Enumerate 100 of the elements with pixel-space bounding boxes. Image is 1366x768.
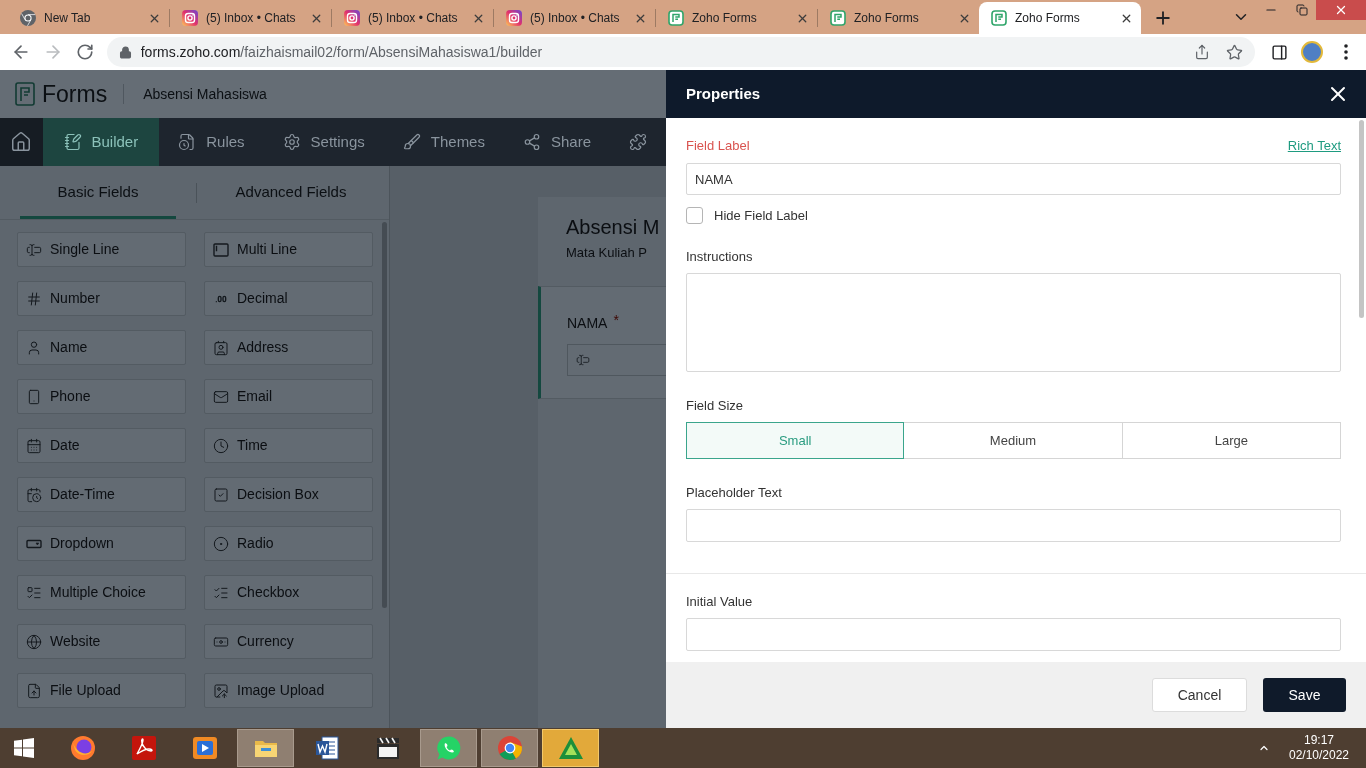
- menu-icon: [1344, 44, 1348, 60]
- url-text: forms.zoho.com/faizhaismail02/form/AbsensiMahasiswa1/builder: [140, 42, 543, 62]
- section-label: Field Size: [686, 398, 745, 414]
- browser-logo-icon: [20, 10, 36, 26]
- field-type-item[interactable]: Single Line: [17, 232, 186, 267]
- field-type-item[interactable]: Currency: [204, 624, 373, 659]
- reload-icon: [75, 43, 94, 61]
- nav-tab[interactable]: Rules: [159, 118, 264, 166]
- browser-tab[interactable]: (5) Inbox • Chats: [494, 2, 655, 34]
- field-type-item[interactable]: Multiple Choice: [17, 575, 186, 610]
- envelope-icon: [213, 388, 229, 405]
- field-label-input[interactable]: NAMA: [686, 163, 1341, 195]
- contact-book-icon: [213, 339, 229, 356]
- field-type-item[interactable]: Dropdown: [17, 526, 186, 561]
- required-mark: *: [613, 312, 619, 327]
- field-type-item[interactable]: File Upload: [17, 673, 186, 708]
- field-type-item[interactable]: Multi Line: [204, 232, 373, 267]
- nav-tab[interactable]: Themes: [383, 118, 504, 166]
- calendar-clock-icon: [26, 486, 42, 503]
- avatar[interactable]: [1301, 41, 1324, 63]
- field-type-item[interactable]: Image Upload: [204, 673, 373, 708]
- field-type-item[interactable]: Phone: [17, 379, 186, 414]
- size-option[interactable]: Medium: [903, 422, 1123, 459]
- nav-tab[interactable]: Share: [503, 118, 610, 166]
- form-logo-icon: [668, 10, 684, 26]
- brush-icon: [402, 133, 421, 151]
- text-document-icon: [313, 735, 340, 761]
- browser-tab[interactable]: Zoho Forms: [979, 2, 1141, 34]
- field-type-item[interactable]: Date-Time: [17, 477, 186, 512]
- field-type-item[interactable]: Name: [17, 330, 186, 365]
- address-bar[interactable]: forms.zoho.com/faizhaismail02/form/AbsensiMahasiswa1/builder: [106, 37, 1256, 67]
- nav-tab[interactable]: Builder: [42, 118, 160, 166]
- triangle-icon: [557, 735, 584, 761]
- initial-value-input[interactable]: [686, 618, 1341, 651]
- home-icon: [10, 131, 33, 153]
- browser-tab[interactable]: New Tab: [8, 2, 169, 34]
- hash-icon: [26, 290, 42, 307]
- side-panel-icon: [1270, 43, 1288, 61]
- camera-logo-icon: [182, 10, 198, 26]
- placeholder-input[interactable]: [686, 509, 1341, 542]
- clapperboard-icon: [374, 735, 401, 761]
- taskbar-time: 19:17: [1304, 733, 1334, 748]
- browser-tab[interactable]: Zoho Forms: [818, 2, 979, 34]
- form-logo-icon: [830, 10, 846, 26]
- save-button[interactable]: Save: [1263, 678, 1346, 712]
- browser-tab[interactable]: (5) Inbox • Chats: [170, 2, 331, 34]
- field-type-item[interactable]: Email: [204, 379, 373, 414]
- field-type-item[interactable]: Time: [204, 428, 373, 463]
- scrollbar[interactable]: [382, 222, 387, 608]
- field-type-item[interactable]: Date: [17, 428, 186, 463]
- field-category-tab[interactable]: Basic Fields: [20, 166, 176, 219]
- section-label: Placeholder Text: [686, 485, 783, 501]
- rich-text-link[interactable]: Rich Text: [1287, 136, 1341, 156]
- clock-icon: [213, 437, 229, 454]
- windows-logo-icon: [14, 738, 34, 758]
- field-type-item[interactable]: Checkbox: [204, 575, 373, 610]
- checklist-icon: [26, 584, 42, 601]
- taskbar-date: 02/10/2022: [1288, 748, 1350, 763]
- section-label: Instructions: [686, 249, 754, 265]
- home-button[interactable]: [0, 118, 43, 166]
- file-clock-icon: [178, 133, 197, 151]
- app-brand: Forms: [42, 79, 108, 109]
- browser-tab[interactable]: Zoho Forms: [656, 2, 817, 34]
- nav-tab[interactable]: Settings: [263, 118, 384, 166]
- field-type-item[interactable]: Address: [204, 330, 373, 365]
- pdf-document-icon: [130, 735, 157, 761]
- file-upload-icon: [26, 682, 42, 699]
- scrollbar[interactable]: [1359, 120, 1364, 318]
- globe-icon: [26, 633, 42, 650]
- browser-icon: [496, 735, 523, 761]
- field-type-item[interactable]: Number: [17, 281, 186, 316]
- section-label: Initial Value: [686, 594, 754, 610]
- camera-logo-icon: [344, 10, 360, 26]
- field-category-tab[interactable]: Advanced Fields: [217, 166, 365, 219]
- cancel-button[interactable]: Cancel: [1152, 678, 1247, 712]
- star-icon: [1225, 43, 1243, 61]
- field-type-item[interactable]: Decimal: [204, 281, 373, 316]
- checkbox-label: Hide Field Label: [714, 206, 808, 225]
- field-label: NAMA: [567, 313, 608, 333]
- text-cursor-icon: [576, 352, 590, 367]
- browser-tab[interactable]: (5) Inbox • Chats: [332, 2, 493, 34]
- radio-icon: [213, 535, 229, 552]
- settings-icon: [282, 133, 301, 151]
- field-type-item[interactable]: Website: [17, 624, 186, 659]
- field-type-item[interactable]: Decision Box: [204, 477, 373, 512]
- checkbox[interactable]: [686, 207, 703, 224]
- person-icon: [26, 339, 42, 356]
- checkbox-icon: [213, 486, 229, 503]
- form-name: Absensi Mahasiswa: [143, 84, 267, 104]
- size-option[interactable]: Small: [686, 422, 905, 459]
- text-cursor-icon: [26, 241, 42, 258]
- form-field-block[interactable]: NAMA *: [538, 285, 666, 399]
- notebook-pen-icon: [63, 133, 82, 151]
- size-option[interactable]: Large: [1121, 422, 1341, 459]
- text-area-icon: [213, 241, 229, 258]
- field-type-item[interactable]: Radio: [204, 526, 373, 561]
- plus-icon: [1153, 8, 1173, 28]
- text-input[interactable]: [567, 343, 666, 376]
- chat-bubble-icon: [435, 735, 462, 761]
- phone-icon: [26, 388, 42, 405]
